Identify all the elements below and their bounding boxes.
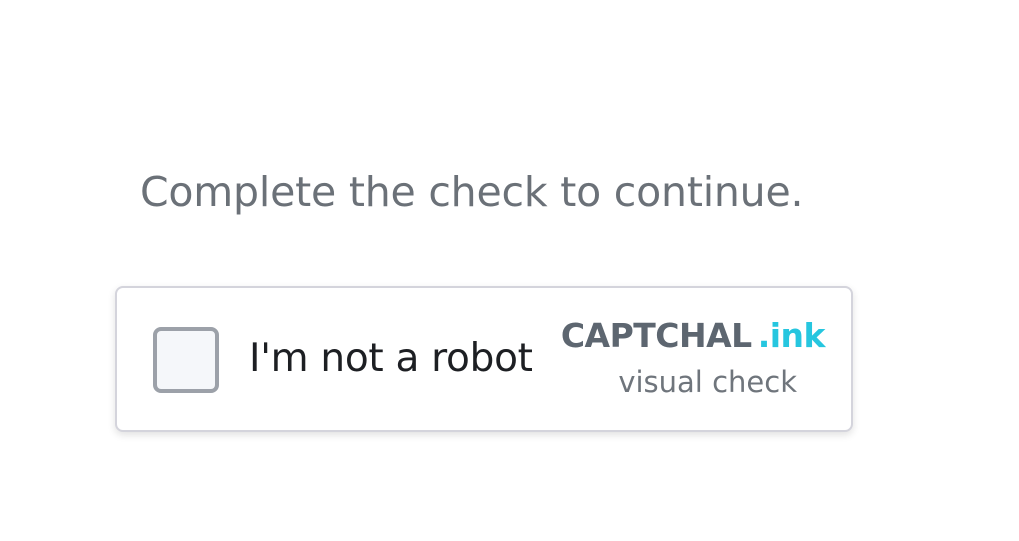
- instruction-text: Complete the check to continue.: [140, 168, 804, 216]
- captcha-widget: I'm not a robot CAPTCHAL .ink visual chec…: [115, 286, 853, 432]
- captcha-brand: CAPTCHAL .ink visual check: [555, 314, 826, 400]
- brand-subtitle: visual check: [618, 365, 797, 399]
- not-robot-label[interactable]: I'm not a robot: [249, 334, 533, 384]
- brand-name-main: CAPTCHAL: [560, 316, 752, 355]
- captcha-brand-logo: CAPTCHAL .ink: [555, 314, 826, 358]
- not-robot-checkbox[interactable]: [153, 327, 219, 393]
- brand-name-accent: .ink: [757, 316, 826, 355]
